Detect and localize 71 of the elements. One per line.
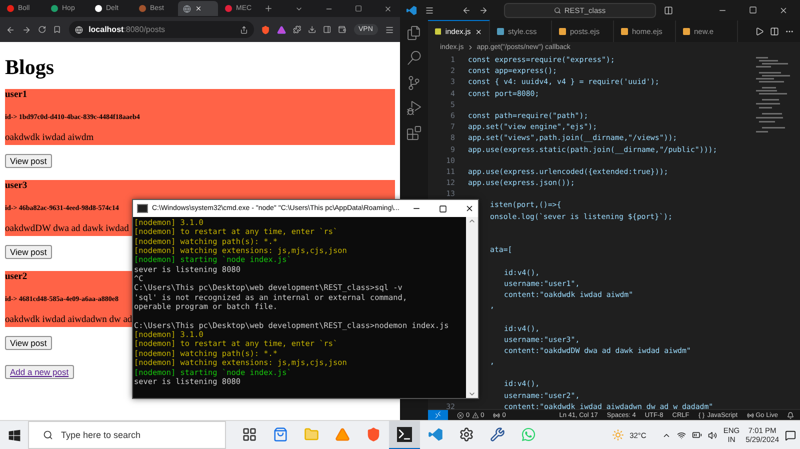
file-type-icon [435, 28, 442, 35]
files-icon[interactable] [407, 26, 421, 40]
taskbar-app[interactable] [389, 420, 420, 449]
forward-icon[interactable] [22, 24, 32, 34]
forward-icon[interactable] [479, 6, 488, 14]
settings-icon[interactable] [459, 426, 474, 442]
post-content: oakdwdDW dwa ad dawk iwdad [5, 224, 129, 234]
menu-icon[interactable] [384, 24, 394, 34]
broadcast-icon [493, 412, 500, 418]
speaker-icon[interactable] [708, 430, 718, 440]
taskbar-search-field[interactable]: Type here to search [28, 421, 226, 449]
sidebar-icon[interactable] [323, 25, 332, 34]
extensions-icon[interactable] [407, 126, 421, 140]
post-username: user2 [5, 272, 28, 282]
broadcast-icon [746, 412, 754, 418]
file-type-icon [683, 28, 690, 35]
maximize-icon[interactable] [355, 5, 362, 12]
menu-icon[interactable] [425, 6, 434, 14]
close-icon[interactable] [465, 204, 474, 213]
page-heading: Blogs [5, 55, 56, 79]
post-username: user1 [5, 90, 28, 100]
triangle-icon[interactable] [276, 24, 286, 34]
back-icon[interactable] [6, 24, 16, 34]
search-icon [43, 430, 53, 440]
address-bar[interactable]: localhost:8080/posts [68, 21, 254, 38]
battery-icon[interactable] [692, 430, 702, 440]
file-type-icon [621, 28, 628, 35]
store-icon[interactable] [273, 426, 288, 442]
file-type-icon [559, 28, 566, 35]
globe-icon [74, 26, 83, 34]
add-post-link[interactable]: Add a new post [5, 365, 74, 379]
split-editor-icon[interactable] [770, 26, 779, 36]
warning-icon [472, 412, 479, 418]
notification-icon[interactable] [785, 430, 796, 440]
maximize-icon[interactable] [439, 204, 447, 212]
layout-icon[interactable] [664, 6, 673, 14]
network-icon[interactable] [677, 430, 686, 440]
remote-button[interactable] [428, 410, 448, 420]
wrench-icon[interactable] [490, 426, 505, 442]
new-tab-icon[interactable] [264, 4, 273, 13]
close-icon[interactable] [384, 4, 392, 12]
maximize-icon[interactable] [749, 6, 757, 14]
task-view-icon[interactable] [242, 426, 257, 442]
terminal-icon [137, 204, 148, 213]
wallet-icon[interactable] [338, 25, 346, 34]
browser-tab[interactable] [178, 1, 218, 16]
post-content: oakdwdk iwdad aiwdm [5, 133, 94, 143]
branch-icon[interactable] [407, 76, 421, 90]
scrollbar[interactable] [466, 217, 478, 398]
run-debug-icon[interactable] [407, 101, 421, 115]
bell-icon[interactable] [787, 412, 794, 418]
view-post-button[interactable]: View post [5, 154, 52, 168]
search-icon [554, 6, 562, 14]
terminal-icon[interactable] [397, 426, 412, 442]
remote-icon [434, 411, 442, 419]
post-username: user3 [5, 181, 28, 191]
bookmark-icon[interactable] [53, 25, 62, 34]
download-icon[interactable] [308, 25, 316, 34]
play-icon[interactable] [755, 26, 764, 36]
share-icon[interactable] [240, 26, 248, 34]
search-icon[interactable] [407, 51, 421, 65]
view-post-button[interactable]: View post [5, 336, 52, 350]
puzzle-icon[interactable] [292, 25, 301, 34]
close-icon[interactable] [779, 6, 788, 14]
reload-icon[interactable] [38, 25, 46, 34]
back-icon[interactable] [462, 6, 471, 14]
chevron-down-icon[interactable] [468, 390, 476, 398]
view-post-button[interactable]: View post [5, 245, 52, 259]
file-type-icon [497, 28, 504, 35]
post-content: oakdwdk iwdad aiwdadwn dw ad [5, 315, 132, 325]
chevron-right-icon [466, 44, 474, 51]
